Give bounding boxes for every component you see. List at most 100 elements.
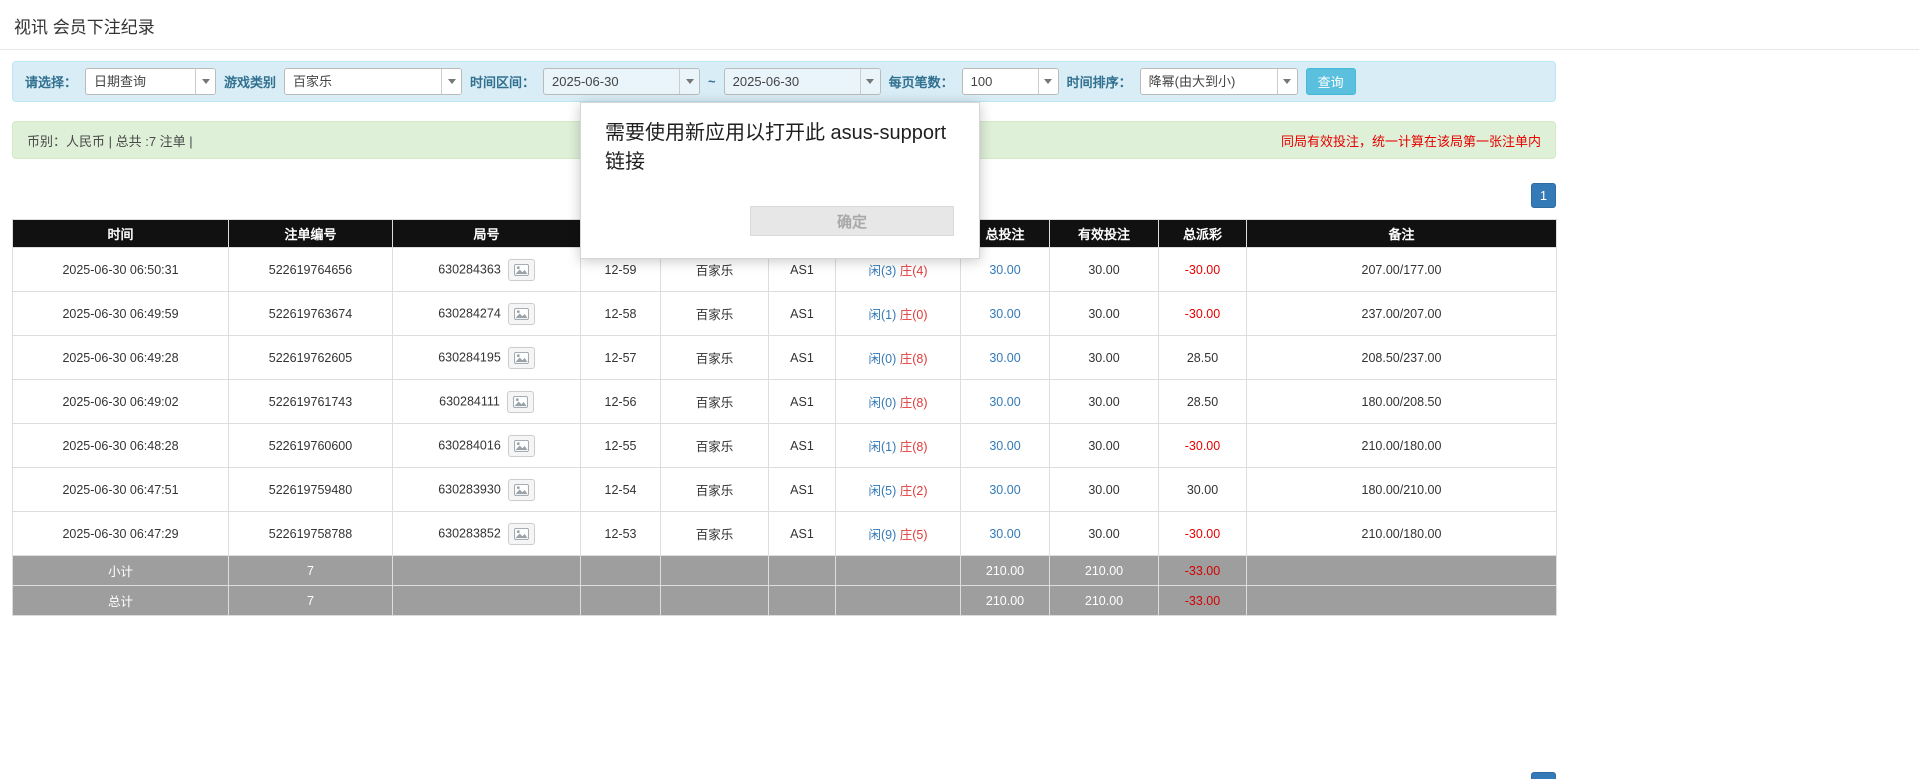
round-result-icon[interactable] <box>507 391 534 413</box>
cell-bet-id: 522619758788 <box>229 512 393 556</box>
cell-game: 百家乐 <box>661 292 769 336</box>
cell-table-code: AS1 <box>769 336 836 380</box>
cell-payout: -30.00 <box>1159 424 1247 468</box>
cell-table-code: AS1 <box>769 380 836 424</box>
cell-time: 2025-06-30 06:48:28 <box>13 424 229 468</box>
footer-empty-cell <box>836 556 961 586</box>
table-row: 2025-06-30 06:49:28522619762605630284195… <box>13 336 1557 380</box>
round-result-icon[interactable] <box>508 259 535 281</box>
banker-result: 庄(4) <box>900 264 928 278</box>
date-from-input[interactable]: 2025-06-30 <box>543 68 700 95</box>
per-page-input[interactable]: 100 <box>962 68 1059 95</box>
main-content: 请选择： 日期查询 游戏类别 百家乐 时间区间： 2025-06-30 ~ 20… <box>12 61 1556 779</box>
table-row: 2025-06-30 06:47:29522619758788630283852… <box>13 512 1557 556</box>
dialog-ok-button[interactable]: 确定 <box>750 206 954 236</box>
table-footer-row: 总计7210.00210.00-33.00 <box>13 586 1557 616</box>
cell-bet-id: 522619760600 <box>229 424 393 468</box>
chevron-down-icon[interactable] <box>1277 69 1297 94</box>
footer-payout: -33.00 <box>1159 586 1247 616</box>
game-category-dropdown[interactable]: 百家乐 <box>284 68 462 95</box>
cell-shoe-round: 12-54 <box>581 468 661 512</box>
footer-valid-bet: 210.00 <box>1050 556 1159 586</box>
cell-remark: 237.00/207.00 <box>1247 292 1557 336</box>
page-button-1[interactable]: 1 <box>1531 772 1556 779</box>
player-result: 闲(1) <box>868 440 896 454</box>
select-type-label: 请选择： <box>25 72 77 91</box>
cell-game-result: 闲(9) 庄(5) <box>836 512 961 556</box>
round-result-icon[interactable] <box>508 479 535 501</box>
cell-time: 2025-06-30 06:49:02 <box>13 380 229 424</box>
footer-empty-cell <box>769 556 836 586</box>
per-page-label: 每页笔数： <box>889 72 954 91</box>
cell-round-number: 630283852 <box>393 512 581 556</box>
footer-empty-cell <box>661 586 769 616</box>
footer-total-bet: 210.00 <box>961 556 1050 586</box>
round-number: 630284111 <box>439 394 500 408</box>
cell-valid-bet: 30.00 <box>1050 468 1159 512</box>
cell-remark: 208.50/237.00 <box>1247 336 1557 380</box>
banker-result: 庄(0) <box>900 308 928 322</box>
cell-payout: -30.00 <box>1159 248 1247 292</box>
cell-total-bet-link[interactable]: 30.00 <box>961 336 1050 380</box>
column-header: 总派彩 <box>1159 220 1247 248</box>
chevron-down-icon[interactable] <box>195 69 215 94</box>
chevron-down-icon[interactable] <box>679 69 699 94</box>
page-header: 视讯 会员下注纪录 <box>0 0 1919 50</box>
footer-count: 7 <box>229 556 393 586</box>
cell-total-bet-link[interactable]: 30.00 <box>961 292 1050 336</box>
banker-result: 庄(2) <box>900 484 928 498</box>
date-to-input[interactable]: 2025-06-30 <box>724 68 881 95</box>
cell-game-result: 闲(1) 庄(8) <box>836 424 961 468</box>
table-row: 2025-06-30 06:49:02522619761743 630284111… <box>13 380 1557 424</box>
table-row: 2025-06-30 06:47:51522619759480630283930… <box>13 468 1557 512</box>
cell-remark: 210.00/180.00 <box>1247 424 1557 468</box>
footer-payout: -33.00 <box>1159 556 1247 586</box>
cell-round-number: 630284016 <box>393 424 581 468</box>
round-result-icon[interactable] <box>508 347 535 369</box>
banker-result: 庄(8) <box>900 396 928 410</box>
cell-total-bet-link[interactable]: 30.00 <box>961 380 1050 424</box>
player-result: 闲(0) <box>868 352 896 366</box>
column-header: 局号 <box>393 220 581 248</box>
cell-time: 2025-06-30 06:50:31 <box>13 248 229 292</box>
records-table: 时间注单编号局号总投注有效投注总派彩备注 2025-06-30 06:50:31… <box>12 219 1557 616</box>
round-result-icon[interactable] <box>508 523 535 545</box>
cell-game: 百家乐 <box>661 424 769 468</box>
column-header: 注单编号 <box>229 220 393 248</box>
page-button-1[interactable]: 1 <box>1531 183 1556 208</box>
round-result-icon[interactable] <box>508 435 535 457</box>
cell-bet-id: 522619761743 <box>229 380 393 424</box>
player-result: 闲(1) <box>868 308 896 322</box>
cell-table-code: AS1 <box>769 468 836 512</box>
cell-valid-bet: 30.00 <box>1050 380 1159 424</box>
cell-game-result: 闲(1) 庄(0) <box>836 292 961 336</box>
cell-shoe-round: 12-56 <box>581 380 661 424</box>
sort-value: 降幂(由大到小) <box>1141 69 1277 94</box>
search-button[interactable]: 查询 <box>1306 68 1356 95</box>
chevron-down-icon[interactable] <box>860 69 880 94</box>
cell-table-code: AS1 <box>769 424 836 468</box>
cell-total-bet-link[interactable]: 30.00 <box>961 512 1050 556</box>
chevron-down-icon[interactable] <box>441 69 461 94</box>
range-separator: ~ <box>708 74 716 89</box>
cell-bet-id: 522619763674 <box>229 292 393 336</box>
dialog-message: 需要使用新应用以打开此 asus-support 链接 <box>581 103 979 177</box>
round-result-icon[interactable] <box>508 303 535 325</box>
note-warning: 同局有效投注，统一计算在该局第一张注单内 <box>1281 131 1541 150</box>
game-category-label: 游戏类别 <box>224 72 276 91</box>
footer-count: 7 <box>229 586 393 616</box>
footer-label: 小计 <box>13 556 229 586</box>
round-number: 630284195 <box>438 350 501 364</box>
player-result: 闲(3) <box>868 264 896 278</box>
per-page-value: 100 <box>963 69 1038 94</box>
cell-payout: -30.00 <box>1159 512 1247 556</box>
cell-round-number: 630283930 <box>393 468 581 512</box>
sort-dropdown[interactable]: 降幂(由大到小) <box>1140 68 1298 95</box>
date-to-value: 2025-06-30 <box>725 69 860 94</box>
cell-game: 百家乐 <box>661 336 769 380</box>
cell-total-bet-link[interactable]: 30.00 <box>961 424 1050 468</box>
cell-total-bet-link[interactable]: 30.00 <box>961 468 1050 512</box>
column-header: 有效投注 <box>1050 220 1159 248</box>
select-type-dropdown[interactable]: 日期查询 <box>85 68 216 95</box>
chevron-down-icon[interactable] <box>1038 69 1058 94</box>
